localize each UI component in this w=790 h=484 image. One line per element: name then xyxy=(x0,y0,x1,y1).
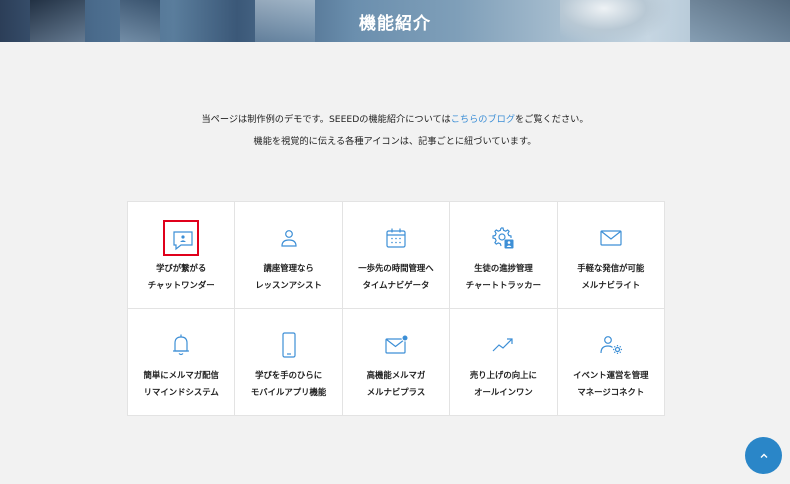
feature-label: 生徒の進捗管理 チャートトラッカー xyxy=(450,260,556,294)
feature-name: オールインワン xyxy=(474,387,533,397)
intro-text-before: 当ページは制作例のデモです。SEEEDの機能紹介については xyxy=(201,114,451,125)
user-gear-icon xyxy=(600,336,622,354)
feature-name: マネージコネクト xyxy=(577,387,645,397)
feature-card-time-navigator[interactable]: 一歩先の時間管理へ タイムナビゲータ xyxy=(342,202,450,308)
feature-tagline: 生徒の進捗管理 xyxy=(474,263,533,273)
intro-text-after: をご覧ください。 xyxy=(515,114,589,125)
feature-name: モバイルアプリ機能 xyxy=(250,387,327,397)
feature-label: 一歩先の時間管理へ タイムナビゲータ xyxy=(343,260,449,294)
chevron-up-icon xyxy=(760,453,767,458)
intro-line-1: 当ページは制作例のデモです。SEEEDの機能紹介についてはこちらのブログをご覧く… xyxy=(0,109,790,131)
feature-tagline: 簡単にメルマガ配信 xyxy=(143,370,219,380)
feature-card-chart-tracker[interactable]: 生徒の進捗管理 チャートトラッカー xyxy=(450,202,557,308)
feature-card-manage-connect[interactable]: イベント運営を管理 マネージコネクト xyxy=(557,309,664,415)
back-to-top-button[interactable] xyxy=(745,437,782,474)
feature-label: イベント運営を管理 マネージコネクト xyxy=(558,367,664,401)
feature-tagline: 学びが繋がる xyxy=(156,263,207,273)
feature-name: チャットワンダー xyxy=(147,280,215,290)
feature-label: 手軽な発信が可能 メルナビライト xyxy=(558,260,664,294)
feature-label: 学びが繋がる チャットワンダー xyxy=(128,260,234,294)
calendar-icon xyxy=(386,228,406,248)
page-banner: 機能紹介 xyxy=(0,0,790,42)
feature-card-lesson-assist[interactable]: 講座管理なら レッスンアシスト xyxy=(235,202,342,308)
trend-up-icon xyxy=(492,338,513,352)
blog-link[interactable]: こちらのブログ xyxy=(451,114,515,125)
smartphone-icon xyxy=(281,332,296,358)
feature-label: 売り上げの向上に オールインワン xyxy=(450,367,556,401)
feature-card-remind-system[interactable]: 簡単にメルマガ配信 リマインドシステム xyxy=(128,309,235,415)
bell-icon xyxy=(173,334,190,356)
feature-card-melnavi-plus[interactable]: 高機能メルマガ メルナビプラス xyxy=(342,309,450,415)
feature-tagline: 売り上げの向上に xyxy=(469,370,537,380)
feature-label: 簡単にメルマガ配信 リマインドシステム xyxy=(128,367,234,401)
mail-icon xyxy=(600,230,622,246)
feature-name: レッスンアシスト xyxy=(255,280,322,290)
gear-user-icon xyxy=(492,227,514,249)
feature-name: メルナビプラス xyxy=(366,387,426,397)
feature-tagline: イベント運営を管理 xyxy=(573,370,649,380)
feature-grid: 学びが繋がる チャットワンダー 講座管理なら レッスンアシスト 一歩先の時間管理… xyxy=(127,201,665,416)
intro-line-2: 機能を視覚的に伝える各種アイコンは、記事ごとに紐づいています。 xyxy=(253,136,537,147)
user-icon xyxy=(280,230,297,247)
feature-card-melnavi-lite[interactable]: 手軽な発信が可能 メルナビライト xyxy=(557,202,664,308)
feature-label: 学びを手のひらに モバイルアプリ機能 xyxy=(235,367,341,401)
chat-user-icon xyxy=(173,231,193,251)
feature-name: タイムナビゲータ xyxy=(362,280,430,290)
intro-text: 当ページは制作例のデモです。SEEEDの機能紹介についてはこちらのブログをご覧く… xyxy=(0,109,790,153)
feature-name: メルナビライト xyxy=(581,280,641,290)
feature-name: チャートトラッカー xyxy=(465,280,542,290)
feature-card-all-in-one[interactable]: 売り上げの向上に オールインワン xyxy=(450,309,557,415)
feature-label: 講座管理なら レッスンアシスト xyxy=(235,260,341,294)
feature-tagline: 学びを手のひらに xyxy=(255,370,323,380)
feature-tagline: 手軽な発信が可能 xyxy=(577,263,645,273)
feature-tagline: 一歩先の時間管理へ xyxy=(358,263,434,273)
feature-card-chat-wonder[interactable]: 学びが繋がる チャットワンダー xyxy=(128,202,235,308)
mail-notification-icon xyxy=(385,334,409,354)
feature-name: リマインドシステム xyxy=(143,387,219,397)
feature-tagline: 高機能メルマガ xyxy=(366,370,426,380)
highlight-box xyxy=(163,220,200,256)
feature-card-mobile-app[interactable]: 学びを手のひらに モバイルアプリ機能 xyxy=(235,309,342,415)
page-title: 機能紹介 xyxy=(359,14,431,34)
feature-label: 高機能メルマガ メルナビプラス xyxy=(343,367,449,401)
feature-tagline: 講座管理なら xyxy=(263,263,314,273)
